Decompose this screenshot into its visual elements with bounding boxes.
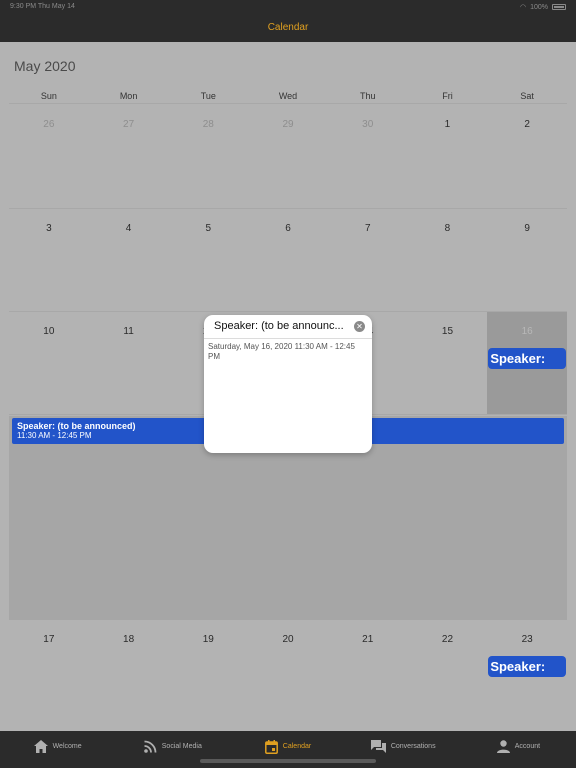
day-number: 23 bbox=[521, 634, 533, 645]
day-cell[interactable]: 18 bbox=[89, 620, 169, 728]
day-number: 19 bbox=[202, 634, 214, 645]
event-popup: Speaker: (to be announc... ✕ Saturday, M… bbox=[204, 315, 372, 453]
page-title: Calendar bbox=[267, 22, 309, 33]
day-number: 21 bbox=[362, 634, 374, 645]
tab-label: Welcome bbox=[52, 743, 82, 750]
weekday-label: Tue bbox=[200, 91, 216, 101]
day-number: 15 bbox=[441, 326, 454, 337]
popup-date-time: Saturday, May 16, 2020 11:30 AM - 12:45 … bbox=[208, 342, 355, 361]
week-row: 17 18 19 20 21 22 23 Speaker: bbox=[9, 620, 567, 728]
day-number: 5 bbox=[205, 223, 212, 234]
chat-icon bbox=[370, 740, 386, 753]
weekday-label: Sun bbox=[40, 91, 57, 101]
calendar-icon bbox=[264, 739, 278, 754]
day-cell[interactable]: 22 bbox=[408, 620, 488, 728]
day-cell[interactable]: 19 bbox=[168, 620, 248, 728]
event-chip[interactable]: Speaker: bbox=[488, 348, 567, 369]
day-number: 27 bbox=[123, 119, 135, 130]
day-cell[interactable]: 29 bbox=[248, 105, 328, 208]
home-icon bbox=[33, 740, 48, 753]
day-number: 9 bbox=[524, 223, 530, 234]
day-number: 17 bbox=[43, 634, 55, 645]
event-chip[interactable]: Speaker: bbox=[488, 656, 567, 677]
status-bar: 9:30 PM Thu May 14 ◠ 100% bbox=[0, 0, 576, 14]
week-row: 26 27 28 29 30 1 2 bbox=[9, 105, 567, 209]
day-number: 16 bbox=[521, 326, 533, 337]
day-cell[interactable]: 21 bbox=[328, 620, 408, 728]
status-indicators: ◠ 100% bbox=[520, 3, 566, 11]
day-cell[interactable]: 1 bbox=[408, 105, 488, 208]
day-number: 7 bbox=[364, 223, 371, 234]
day-number: 18 bbox=[123, 634, 135, 645]
tab-label: Calendar bbox=[282, 743, 312, 750]
close-icon[interactable]: ✕ bbox=[354, 321, 365, 332]
popup-title: Speaker: (to be announc... bbox=[214, 320, 344, 332]
tab-label: Account bbox=[514, 743, 541, 750]
day-number: 10 bbox=[43, 326, 55, 337]
home-indicator bbox=[200, 759, 376, 763]
day-cell[interactable]: 9 bbox=[487, 209, 567, 311]
day-cell[interactable]: 7 bbox=[328, 209, 408, 311]
day-cell[interactable]: 11 bbox=[89, 312, 169, 414]
tab-label: Social Media bbox=[161, 743, 202, 750]
day-number: 26 bbox=[43, 119, 55, 130]
day-number: 8 bbox=[444, 223, 451, 234]
weekday-label: Fri bbox=[442, 91, 453, 101]
day-cell[interactable]: 28 bbox=[168, 105, 248, 208]
day-cell[interactable]: 17 bbox=[9, 620, 89, 728]
user-icon bbox=[496, 740, 510, 753]
popup-divider bbox=[204, 338, 372, 339]
battery-percent: 100% bbox=[530, 3, 548, 11]
day-cell[interactable]: 27 bbox=[89, 105, 169, 208]
tab-welcome[interactable]: Welcome bbox=[0, 731, 115, 768]
day-cell[interactable]: 20 bbox=[248, 620, 328, 728]
weekday-label: Wed bbox=[278, 91, 298, 101]
rss-icon bbox=[143, 740, 157, 753]
weekday-label: Sat bbox=[520, 91, 534, 101]
nav-bar: Calendar bbox=[0, 14, 576, 42]
day-cell[interactable]: 3 bbox=[9, 209, 89, 311]
tab-account[interactable]: Account bbox=[461, 731, 576, 768]
day-cell[interactable]: 4 bbox=[89, 209, 169, 311]
day-cell-selected[interactable]: 16 Speaker: bbox=[487, 312, 568, 414]
weekday-label: Mon bbox=[119, 91, 138, 101]
weekday-header: Sun Mon Tue Wed Thu Fri Sat bbox=[9, 88, 567, 104]
day-cell[interactable]: 23 Speaker: bbox=[487, 620, 567, 728]
day-cell[interactable]: 2 bbox=[487, 105, 567, 208]
day-number: 11 bbox=[123, 326, 134, 337]
week-row: 3 4 5 6 7 8 9 bbox=[9, 209, 567, 312]
wifi-icon: ◠ bbox=[519, 4, 527, 11]
day-cell[interactable]: 15 bbox=[408, 312, 488, 414]
day-number: 1 bbox=[444, 119, 451, 130]
day-number: 4 bbox=[125, 223, 132, 234]
day-number: 3 bbox=[46, 223, 52, 234]
status-time: 9:30 PM Thu May 14 bbox=[10, 3, 75, 10]
weekday-label: Thu bbox=[359, 91, 376, 101]
tab-label: Conversations bbox=[390, 743, 436, 750]
day-number: 2 bbox=[524, 119, 530, 130]
day-number: 28 bbox=[202, 119, 214, 130]
day-cell[interactable]: 30 bbox=[328, 105, 408, 208]
day-cell[interactable]: 8 bbox=[408, 209, 488, 311]
day-cell[interactable]: 6 bbox=[248, 209, 328, 311]
day-cell[interactable]: 10 bbox=[9, 312, 89, 414]
day-number: 30 bbox=[362, 119, 374, 130]
day-number: 20 bbox=[282, 634, 294, 645]
day-number: 6 bbox=[285, 223, 291, 234]
day-cell[interactable]: 26 bbox=[9, 105, 89, 208]
day-cell[interactable]: 5 bbox=[168, 209, 248, 311]
battery-icon bbox=[552, 4, 566, 10]
day-number: 29 bbox=[282, 119, 294, 130]
month-title: May 2020 bbox=[14, 58, 76, 74]
day-number: 22 bbox=[441, 634, 454, 645]
